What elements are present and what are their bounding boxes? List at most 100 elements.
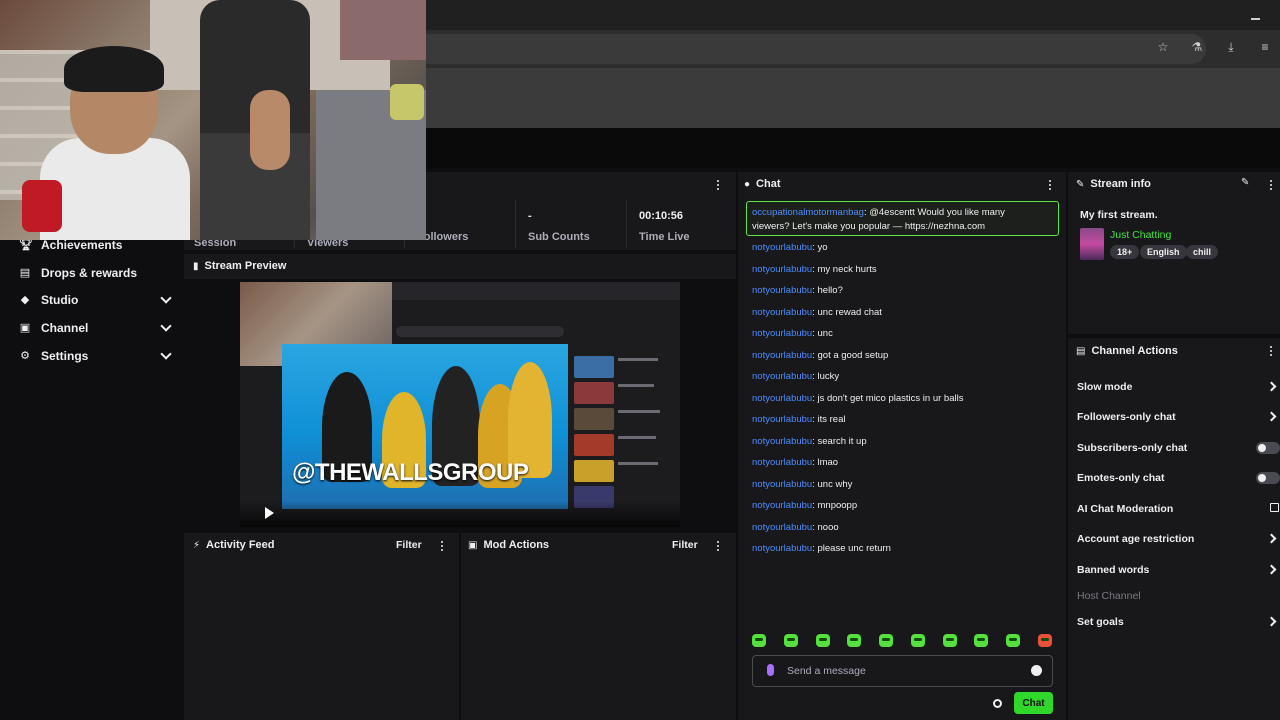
activity-feed-panel (184, 533, 459, 720)
emote-icon[interactable] (1037, 634, 1052, 647)
mod-filter-button[interactable]: Filter (672, 539, 698, 551)
left-sidebar: 🏆︎ Achievements ▤ Drops & rewards ◆ Stud… (0, 238, 184, 720)
chat-send-button[interactable]: Chat (1014, 692, 1053, 714)
preview-main-video: @THEWALLSGROUP (282, 344, 568, 509)
chat-username[interactable]: notyourlabubu (752, 307, 812, 318)
channel-actions-title: ▤ Channel Actions (1076, 345, 1178, 357)
preview-line (618, 384, 654, 387)
nav-item-label: Studio (41, 293, 79, 308)
chat-menu-icon[interactable] (1049, 180, 1052, 191)
chat-username[interactable]: notyourlabubu (752, 436, 812, 447)
extension-icon[interactable]: ⚗ (1188, 40, 1206, 55)
action-subscribers-only[interactable]: Subscribers-only chat (1077, 442, 1187, 454)
chat-username[interactable]: notyourlabubu (752, 242, 812, 253)
subscribers-only-toggle[interactable] (1256, 442, 1280, 454)
category-link[interactable]: Just Chatting (1110, 229, 1171, 241)
action-account-age[interactable]: Account age restriction (1077, 533, 1194, 545)
address-bar[interactable] (426, 34, 1206, 64)
chat-message: notyourlabubu: yo (752, 242, 828, 253)
nav-item-settings[interactable]: ⚙ Settings (0, 342, 184, 370)
stats-menu-icon[interactable] (717, 180, 720, 191)
stream-info-title: ✎ Stream info (1076, 178, 1151, 190)
emote-icon[interactable] (752, 634, 766, 647)
category-box-art (1080, 228, 1104, 260)
chat-username[interactable]: notyourlabubu (752, 457, 812, 468)
action-ai-moderation[interactable]: AI Chat Moderation (1077, 503, 1173, 515)
emote-icon[interactable] (847, 634, 862, 647)
emotes-only-toggle[interactable] (1256, 472, 1280, 484)
nav-item-drops-rewards[interactable]: ▤ Drops & rewards (0, 259, 184, 287)
chat-username[interactable]: notyourlabubu (752, 543, 812, 554)
emote-icon[interactable] (910, 634, 925, 647)
chat-message-input[interactable] (787, 662, 1027, 680)
chat-text: : its real (812, 414, 846, 425)
chat-settings-icon[interactable] (993, 699, 1002, 708)
action-followers-only[interactable]: Followers-only chat (1077, 411, 1176, 423)
stream-tag[interactable]: English (1140, 245, 1187, 259)
shield-icon: ▣ (468, 539, 478, 551)
emote-icon[interactable] (815, 634, 830, 647)
studio-icon: ◆ (20, 294, 30, 307)
edit-pencil-icon[interactable]: ✎ (1241, 177, 1249, 188)
microphone-icon[interactable] (767, 664, 774, 676)
channel-actions-menu-icon[interactable] (1270, 346, 1273, 357)
stream-tag[interactable]: chill (1186, 245, 1219, 259)
action-banned-words[interactable]: Banned words (1077, 564, 1149, 576)
preview-thumb (574, 460, 614, 482)
mod-menu-icon[interactable] (717, 541, 720, 552)
chat-text: : yo (812, 242, 828, 253)
chevron-down-icon (160, 348, 172, 360)
chat-text: : my neck hurts (812, 263, 877, 275)
emoji-icon[interactable] (1031, 665, 1042, 676)
preview-thumb (574, 356, 614, 378)
chat-username[interactable]: notyourlabubu (752, 414, 812, 425)
emote-icon[interactable] (974, 634, 989, 647)
chat-username[interactable]: notyourlabubu (752, 285, 812, 296)
preview-line (618, 358, 658, 361)
lightning-icon: ⚡︎ (193, 539, 201, 551)
stream-preview-title: ▮ Stream Preview (193, 260, 287, 272)
preview-thumb (574, 382, 614, 404)
reading-list-icon[interactable]: ≡ (1256, 40, 1274, 55)
chat-title: ● Chat (744, 178, 781, 190)
chat-username[interactable]: occupationalmotormanbag (752, 207, 864, 218)
external-link-icon[interactable] (1270, 503, 1279, 512)
stream-tag[interactable]: 18+ (1110, 245, 1140, 259)
chat-username[interactable]: notyourlabubu (752, 371, 812, 382)
chat-username[interactable]: notyourlabubu (752, 479, 812, 490)
emote-icon[interactable] (783, 634, 798, 647)
activity-filter-button[interactable]: Filter (396, 539, 422, 551)
chat-text: : nooo (812, 521, 839, 533)
list-icon: ▤ (1076, 345, 1086, 357)
preview-line (618, 462, 658, 465)
chat-username[interactable]: notyourlabubu (752, 522, 812, 533)
chat-username[interactable]: notyourlabubu (752, 393, 812, 404)
emote-icon[interactable] (879, 634, 894, 647)
gift-icon: ▤ (19, 266, 31, 279)
chat-username[interactable]: notyourlabubu (752, 350, 812, 361)
preview-recommendations (572, 344, 674, 509)
chat-username[interactable]: notyourlabubu (752, 328, 812, 339)
chat-message: notyourlabubu: search it up (752, 436, 867, 447)
action-host-channel: Host Channel (1077, 590, 1141, 602)
stream-info-menu-icon[interactable] (1270, 180, 1273, 191)
chat-message: notyourlabubu: nooo (752, 522, 839, 533)
emote-icon[interactable] (942, 634, 957, 647)
minimize-icon[interactable] (1251, 18, 1260, 20)
stream-preview-video[interactable]: @THEWALLSGROUP (240, 282, 680, 527)
chat-message: notyourlabubu: lmao (752, 457, 838, 468)
mod-actions-title: ▣ Mod Actions (468, 539, 550, 551)
play-icon[interactable] (265, 507, 274, 519)
bookmark-star-icon[interactable]: ☆ (1154, 40, 1172, 55)
download-icon[interactable]: ⤓ (1222, 40, 1240, 55)
action-emotes-only[interactable]: Emotes-only chat (1077, 472, 1165, 484)
activity-menu-icon[interactable] (441, 541, 444, 552)
action-set-goals[interactable]: Set goals (1077, 616, 1124, 628)
chat-username[interactable]: notyourlabubu (752, 264, 812, 275)
action-slow-mode[interactable]: Slow mode (1077, 381, 1132, 393)
nav-item-studio[interactable]: ◆ Studio (0, 286, 184, 314)
emote-icon[interactable] (1006, 634, 1021, 647)
chat-text: : js don't get mico plastics in ur balls (812, 392, 964, 404)
nav-item-channel[interactable]: ▣ Channel (0, 314, 184, 342)
chat-username[interactable]: notyourlabubu (752, 500, 812, 511)
